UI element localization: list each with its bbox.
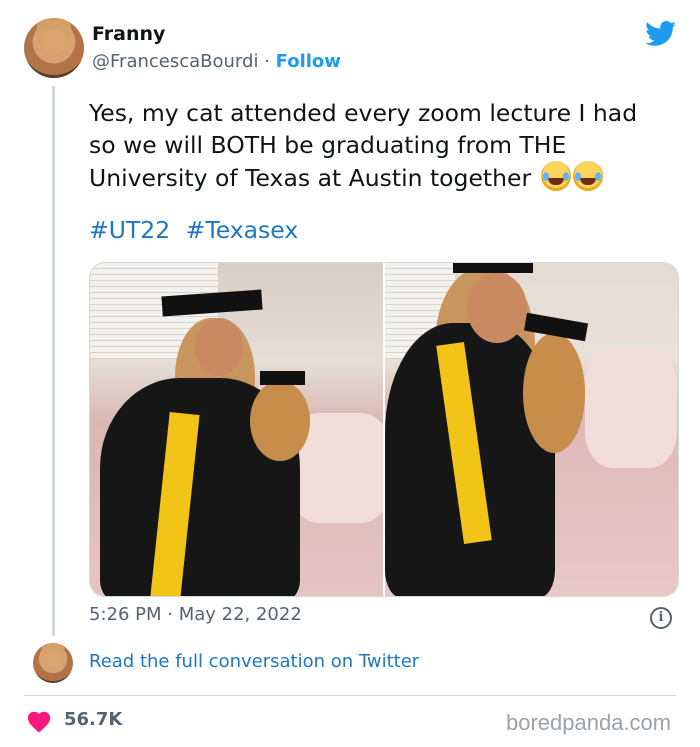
source-watermark: boredpanda.com [506,710,671,736]
hashtag-ut22[interactable]: #UT22 [89,216,170,244]
tweet-timestamp[interactable]: 5:26 PM · May 22, 2022 [89,604,302,625]
read-conversation-link[interactable]: Read the full conversation on Twitter [89,651,419,672]
separator-dot: · [264,51,270,72]
joy-tears-emoji-icon [541,161,571,191]
author-handle[interactable]: @FrancescaBourdi [92,51,258,72]
tweet-media [89,262,679,597]
graduation-photo-left[interactable] [90,263,383,596]
author-avatar[interactable] [24,18,84,78]
hashtag-texasex[interactable]: #Texasex [186,216,299,244]
author-handle-row: @FrancescaBourdi · Follow [92,51,341,72]
thread-line [52,86,55,636]
joy-tears-emoji-icon [573,161,603,191]
graduation-photo-right[interactable] [385,263,678,596]
tweet-body: Yes, my cat attended every zoom lecture … [89,97,669,194]
twitter-bird-icon[interactable] [645,21,677,47]
follow-button[interactable]: Follow [276,51,341,72]
like-count: 56.7K [64,709,122,730]
divider [24,695,676,696]
info-icon[interactable]: i [650,607,672,629]
author-name[interactable]: Franny [92,23,165,45]
heart-icon[interactable] [26,709,52,733]
hashtag-row: #UT22 #Texasex [89,216,306,244]
author-avatar-small[interactable] [33,643,73,683]
